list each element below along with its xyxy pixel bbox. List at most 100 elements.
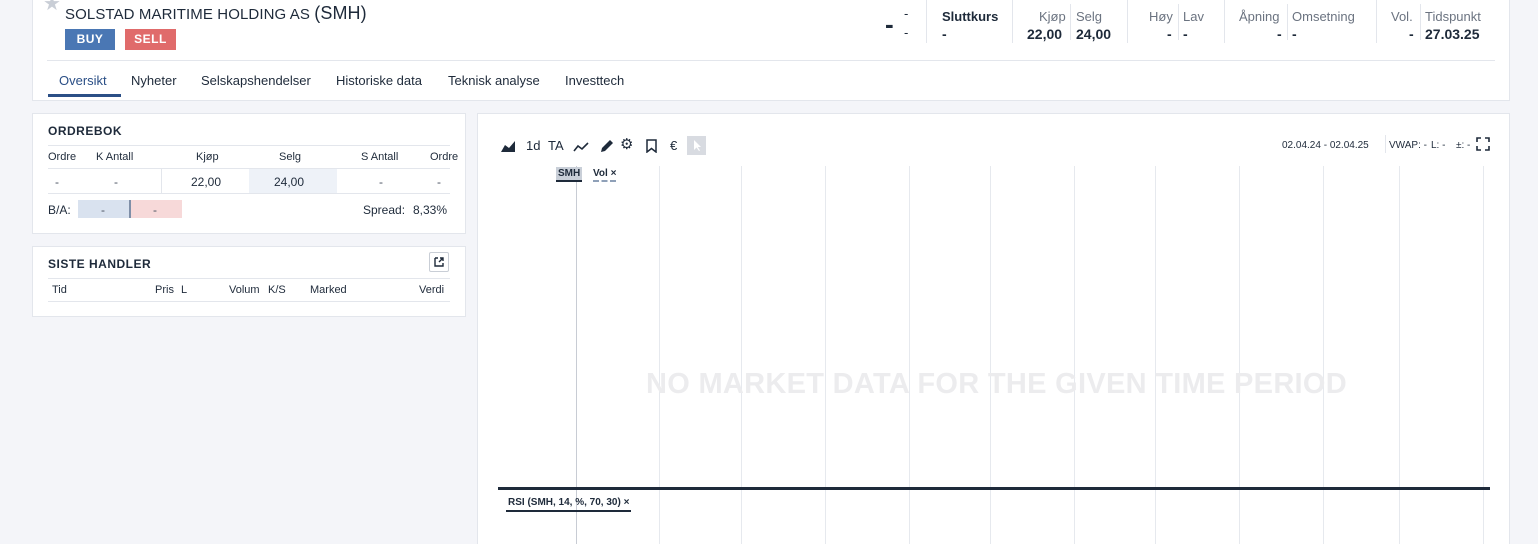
vwap-readout: VWAP: - — [1389, 140, 1427, 151]
currency-button[interactable]: € — [670, 138, 677, 153]
orderbook-title: ORDREBOK — [48, 124, 123, 138]
series-tag-smh[interactable]: SMH — [556, 167, 583, 182]
row-ordre-ask: - — [437, 175, 441, 189]
pencil-icon[interactable] — [599, 139, 614, 159]
high-value: - — [1167, 26, 1172, 42]
col-selg: Selg — [279, 151, 302, 163]
tab-teknisk-analyse[interactable]: Teknisk analyse — [448, 73, 540, 88]
col-kjop: Kjøp — [196, 151, 219, 163]
chart-panel: 1d TA ⚙ € 02.04.24 - 02.04.25 VWAP: - L:… — [477, 113, 1510, 544]
row-kjop: 22,00 — [191, 175, 222, 189]
col-ordre-ask: Ordre — [430, 151, 459, 163]
date-range[interactable]: 02.04.24 - 02.04.25 — [1282, 140, 1369, 151]
cursor-icon[interactable] — [687, 136, 706, 155]
sell-button[interactable]: SELL — [125, 29, 176, 50]
bid-value: 22,00 — [1027, 26, 1063, 42]
no-data-message: NO MARKET DATA FOR THE GIVEN TIME PERIOD — [646, 368, 1348, 400]
turnover-label: Omsetning — [1292, 9, 1355, 24]
col-s-antall: S Antall — [361, 151, 399, 163]
col-l: L — [181, 284, 188, 296]
external-link-icon-svg — [434, 257, 444, 267]
divider — [1127, 0, 1128, 43]
external-link-icon[interactable] — [429, 252, 449, 272]
turnover-value: - — [1292, 26, 1297, 42]
divider — [1420, 4, 1421, 40]
tabs-divider — [47, 60, 1495, 61]
series-tag-vol[interactable]: Vol × — [593, 168, 617, 182]
volume-value: - — [1409, 26, 1414, 42]
rsi-label: RSI (SMH, 14, %, 70, 30) — [508, 497, 621, 508]
divider — [48, 193, 450, 194]
col-ordre-bid: Ordre — [48, 151, 77, 163]
area-chart-icon[interactable] — [500, 139, 516, 158]
interval-selector[interactable]: 1d — [526, 138, 540, 153]
ba-label: B/A: — [48, 203, 71, 217]
time-value: 27.03.25 — [1425, 26, 1480, 42]
open-label: Åpning — [1239, 9, 1280, 24]
row-ordre-bid: - — [55, 175, 59, 189]
ba-ask-value: - — [153, 203, 157, 217]
change-pct: - — [904, 25, 909, 40]
company-title: SOLSTAD MARITIME HOLDING AS (SMH) — [65, 3, 367, 24]
buy-button[interactable]: BUY — [65, 29, 115, 50]
col-marked: Marked — [310, 284, 347, 296]
instrument-header: ★ SOLSTAD MARITIME HOLDING AS (SMH) BUY … — [32, 0, 1510, 101]
row-k-antall: - — [114, 175, 118, 189]
open-value: - — [1277, 26, 1282, 42]
spread-label: Spread: — [363, 203, 406, 217]
divider — [1385, 135, 1386, 153]
col-volum: Volum — [229, 284, 260, 296]
row-s-antall: - — [379, 175, 383, 189]
divider — [1012, 0, 1013, 43]
tab-nyheter[interactable]: Nyheter — [131, 73, 177, 88]
tab-historiske-data[interactable]: Historiske data — [336, 73, 422, 88]
low-value: - — [1183, 26, 1188, 42]
bid-label: Kjøp — [1039, 9, 1066, 24]
star-icon[interactable]: ★ — [43, 0, 61, 16]
col-tid: Tid — [52, 284, 67, 296]
company-name: SOLSTAD MARITIME HOLDING AS — [65, 6, 310, 23]
trades-title: SISTE HANDLER — [48, 257, 152, 271]
row-selg: 24,00 — [274, 175, 305, 189]
trades-card: SISTE HANDLER Tid Pris L Volum K/S Marke… — [32, 246, 466, 317]
tab-oversikt[interactable]: Oversikt — [59, 73, 107, 88]
rsi-tag[interactable]: RSI (SMH, 14, %, 70, 30) × — [506, 497, 632, 512]
col-k-antall: K Antall — [96, 151, 134, 163]
gear-icon[interactable]: ⚙ — [620, 135, 633, 153]
orderbook-card: ORDREBOK Ordre K Antall Kjøp Selg S Anta… — [32, 113, 466, 234]
divider — [1070, 4, 1071, 40]
col-verdi: Verdi — [419, 284, 445, 296]
close-value: - — [942, 26, 947, 42]
ta-button[interactable]: TA — [548, 138, 564, 153]
active-tab-indicator — [48, 94, 121, 97]
divider — [1178, 4, 1179, 40]
ask-value: 24,00 — [1076, 26, 1112, 42]
ba-bid-value: - — [101, 203, 105, 217]
close-icon[interactable]: × — [624, 497, 630, 508]
last-price: - — [885, 9, 894, 39]
close-icon[interactable]: × — [611, 168, 617, 179]
spread-value: 8,33% — [413, 203, 448, 217]
divider — [926, 0, 927, 43]
ticker-symbol: (SMH) — [314, 3, 367, 23]
rsi-divider[interactable] — [498, 487, 1490, 490]
divider — [1224, 0, 1225, 43]
divider — [48, 278, 450, 279]
col-ks: K/S — [268, 284, 286, 296]
bookmark-icon[interactable] — [646, 139, 657, 158]
vol-label: Vol — [593, 168, 608, 179]
divider — [48, 145, 450, 146]
low-label: Lav — [1183, 9, 1204, 24]
high-label: Høy — [1149, 9, 1173, 24]
time-label: Tidspunkt — [1425, 9, 1481, 24]
change-abs: - — [904, 6, 909, 21]
tab-investtech[interactable]: Investtech — [565, 73, 624, 88]
divider — [48, 301, 450, 302]
close-label: Sluttkurs — [942, 9, 999, 24]
line-chart-icon[interactable] — [573, 140, 589, 158]
tab-selskapshendelser[interactable]: Selskapshendelser — [201, 73, 311, 88]
low-readout: L: - — [1431, 140, 1446, 151]
divider — [1376, 0, 1377, 43]
ask-label: Selg — [1076, 9, 1103, 24]
fullscreen-icon[interactable] — [1476, 137, 1490, 156]
